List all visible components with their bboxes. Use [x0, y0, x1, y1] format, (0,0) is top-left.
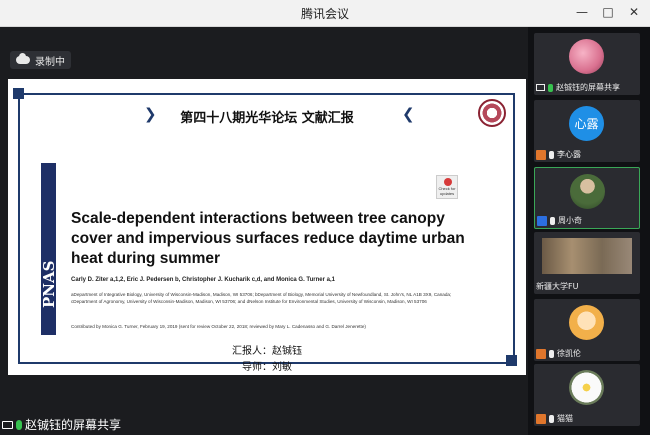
check-for-updates-badge: Check for updates — [436, 175, 458, 199]
avatar: 心露 — [569, 106, 604, 141]
flower-avatar-icon — [569, 39, 604, 74]
university-seal-icon — [478, 99, 506, 127]
maximize-button[interactable]: □ — [600, 4, 616, 20]
participant-tile[interactable]: 赵铖钰的屏幕共享 — [534, 33, 640, 95]
participant-tile[interactable]: 徐凯伦 — [534, 299, 640, 361]
mic-active-icon — [548, 83, 553, 92]
participant-tile[interactable]: 心露 李心露 — [534, 100, 640, 162]
group-photo-avatar — [542, 238, 632, 274]
person-icon — [537, 215, 547, 226]
close-button[interactable]: ✕ — [626, 4, 642, 20]
participant-tile[interactable]: 新疆大学FU — [534, 232, 640, 294]
screen-share-label: 赵铖钰的屏幕共享 — [2, 416, 121, 433]
participant-label: 猫猫 — [536, 413, 573, 424]
shared-screen-area: 录制中 ❯ 第四十八期光华论坛 文献汇报 ❮ PNAS Check for up… — [0, 27, 528, 435]
paper-contribution-note: Contributed by Monica G. Turner, Februar… — [71, 324, 366, 329]
title-bar: 腾讯会议 — □ ✕ — [0, 0, 650, 27]
window-title: 腾讯会议 — [300, 7, 349, 21]
right-arrow-icon: ❮ — [402, 105, 415, 123]
person-icon — [536, 348, 546, 359]
cloud-icon — [16, 53, 30, 64]
mic-icon — [549, 349, 554, 358]
anime-avatar-icon — [569, 305, 604, 340]
paper-title: Scale-dependent interactions between tre… — [71, 210, 465, 267]
mic-active-icon — [16, 419, 22, 430]
participant-tile[interactable]: 周小奇 — [534, 167, 640, 229]
participant-name: 赵铖钰的屏幕共享 — [556, 83, 620, 92]
person-icon — [536, 149, 546, 160]
participant-label: 徐凯伦 — [536, 348, 581, 359]
paper-authors: Carly D. Ziter a,1,2, Eric J. Pedersen b… — [71, 277, 335, 283]
reporter-line: 汇报人：赵铖钰 — [232, 346, 302, 357]
minimize-button[interactable]: — — [574, 4, 590, 20]
participant-label: 周小奇 — [537, 215, 582, 226]
presentation-slide: ❯ 第四十八期光华论坛 文献汇报 ❮ PNAS Check for update… — [8, 79, 526, 375]
participant-label: 赵铖钰的屏幕共享 — [536, 82, 620, 93]
recording-indicator[interactable]: 录制中 — [10, 51, 71, 69]
person-icon — [536, 413, 546, 424]
slide-title: 第四十八期光华论坛 文献汇报 — [180, 111, 354, 126]
window-controls: — □ ✕ — [574, 4, 642, 20]
participant-label: 新疆大学FU — [536, 281, 578, 292]
advisor-line: 导师：刘敏 — [242, 362, 292, 373]
participant-name: 新疆大学FU — [536, 282, 579, 291]
screen-share-icon — [536, 84, 545, 91]
mic-icon — [549, 150, 554, 159]
participant-tile[interactable]: 猫猫 — [534, 364, 640, 426]
frame-corner-top-left — [13, 88, 24, 99]
participant-name: 周小奇 — [558, 216, 582, 225]
screen-share-text: 赵铖钰的屏幕共享 — [25, 418, 122, 432]
screen-share-icon — [2, 420, 13, 429]
portrait-avatar-icon — [570, 174, 605, 209]
participant-name: 猫猫 — [557, 414, 573, 423]
participant-sidebar: 赵铖钰的屏幕共享 心露 李心露 周小奇 新疆大学FU 徐凯伦 猫猫 — [528, 27, 650, 435]
mic-icon — [550, 216, 555, 225]
participant-label: 李心露 — [536, 149, 581, 160]
recording-label: 录制中 — [35, 56, 65, 68]
participant-name: 李心露 — [557, 150, 581, 159]
participant-name: 徐凯伦 — [557, 349, 581, 358]
journal-logo-text: PNAS — [40, 261, 58, 308]
paper-affiliations: aDepartment of Integrative Biology, Univ… — [71, 292, 452, 304]
journal-logo-bar — [41, 163, 56, 335]
mic-icon — [549, 414, 554, 423]
white-flower-avatar-icon — [569, 370, 604, 405]
